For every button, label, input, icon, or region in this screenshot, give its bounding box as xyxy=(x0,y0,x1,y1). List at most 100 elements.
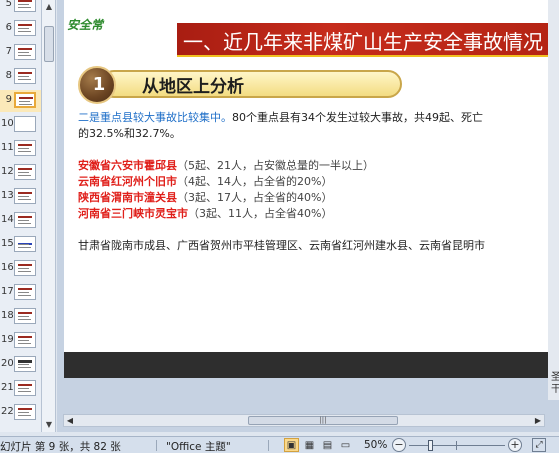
scroll-right-icon[interactable]: ▶ xyxy=(532,415,544,426)
slide-thumbnail-number: 13 xyxy=(1,190,14,201)
slide-title[interactable]: 一、近几年来非煤矿山生产安全事故情况 xyxy=(183,26,543,55)
slide-thumbnail-image[interactable] xyxy=(14,236,36,252)
slide-thumbnail-number: 15 xyxy=(1,238,14,249)
slide-thumbnail-number: 12 xyxy=(1,166,14,177)
list-item[interactable]: 河南省三门峡市灵宝市（3起、11人，占全省40%） xyxy=(78,205,332,221)
slide-thumbnail[interactable]: 14 xyxy=(0,210,41,232)
slide-thumbnail-image[interactable] xyxy=(14,188,36,204)
list-item-detail: （3起、17人，占全省的40%） xyxy=(177,191,333,204)
paragraph-1-line2[interactable]: 的32.5%和32.7%。 xyxy=(78,125,181,141)
list-item-name: 陕西省渭南市潼关县 xyxy=(78,191,177,204)
zoom-in-button[interactable]: + xyxy=(508,438,522,452)
slide-thumbnail[interactable]: 5 xyxy=(0,0,41,16)
slide-sorter-button[interactable]: ▦ xyxy=(302,438,317,452)
slide-thumbnail-image[interactable] xyxy=(14,116,36,132)
slide-thumbnail[interactable]: 8 xyxy=(0,66,41,88)
thumbnail-scroll-thumb[interactable] xyxy=(44,26,54,62)
slide-thumbnail[interactable]: 19 xyxy=(0,330,41,352)
slide-thumbnail[interactable]: 7 xyxy=(0,42,41,64)
slide-thumbnail-number: 7 xyxy=(5,46,12,57)
slide-counter: 幻灯片 第 9 张，共 82 张 xyxy=(0,441,121,453)
slide-thumbnail-image[interactable] xyxy=(14,332,36,348)
slide-thumbnail-image[interactable] xyxy=(14,44,36,60)
slide-thumbnail-number: 17 xyxy=(1,286,14,297)
slide-thumbnail[interactable]: 18 xyxy=(0,306,41,328)
list-item-detail: （3起、11人，占全省40%） xyxy=(188,207,333,220)
slide-thumbnail-number: 18 xyxy=(1,310,14,321)
scroll-nav-glyphs[interactable]: 圣 干 xyxy=(551,372,559,396)
slide-thumbnail[interactable]: 12 xyxy=(0,162,41,184)
zoom-level[interactable]: 50% xyxy=(364,439,387,451)
slide-horizontal-scrollbar[interactable]: ◀ ||| ▶ xyxy=(63,414,545,427)
slide-thumbnail-image[interactable] xyxy=(14,284,36,300)
slide-thumbnail[interactable]: 16 xyxy=(0,258,41,280)
slide-thumbnail[interactable]: 21 xyxy=(0,378,41,400)
section-number: 1 xyxy=(92,74,106,95)
zoom-out-button[interactable]: − xyxy=(392,438,406,452)
slide-thumbnail-image[interactable] xyxy=(14,380,36,396)
slide-thumbnail-image[interactable] xyxy=(14,68,36,84)
slide-thumbnail-number: 19 xyxy=(1,334,14,345)
slide-thumbnail[interactable]: 22 xyxy=(0,402,41,424)
slide-footer-bar xyxy=(64,352,552,378)
slide-thumbnail[interactable]: 10 xyxy=(0,114,41,136)
slide-thumbnail-number: 21 xyxy=(1,382,14,393)
theme-name[interactable]: "Office 主题" xyxy=(166,439,231,453)
slide-thumbnail-image[interactable] xyxy=(14,0,36,12)
slide-thumbnail[interactable]: 15 xyxy=(0,234,41,256)
slide-thumbnail-image[interactable] xyxy=(14,404,36,420)
section-heading: 1 从地区上分析 xyxy=(78,66,408,104)
slide-thumbnail-number: 9 xyxy=(5,94,12,105)
next-slide-icon[interactable]: 干 xyxy=(551,384,559,396)
powerpoint-window: 5 6 7 8 9 10 11 12 13 14 15 16 17 18 19 20 21 22 ▲ ▼ 安全常 … xyxy=(0,0,559,453)
slide-canvas[interactable]: 安全常 一、近几年来非煤矿山生产安全事故情况 1 从地区上分析 二是重点县较大事… xyxy=(64,0,552,378)
slide-thumbnail-image[interactable] xyxy=(14,260,36,276)
slide-vertical-scrollbar[interactable] xyxy=(548,0,559,400)
prev-slide-icon[interactable]: 圣 xyxy=(551,372,559,384)
slide-thumbnail[interactable]: 17 xyxy=(0,282,41,304)
slide-thumbnail[interactable]: 9 xyxy=(0,90,41,112)
status-divider xyxy=(156,440,157,451)
slide-thumbnail-number: 22 xyxy=(1,406,14,417)
slide-thumbnail[interactable]: 13 xyxy=(0,186,41,208)
section-title[interactable]: 从地区上分析 xyxy=(142,72,244,97)
zoom-slider-knob[interactable] xyxy=(428,440,433,451)
slide-thumbnail-number: 16 xyxy=(1,262,14,273)
list-item-name: 云南省红河州个旧市 xyxy=(78,175,177,188)
logo: 安全常 xyxy=(67,18,104,32)
slide-thumbnail[interactable]: 6 xyxy=(0,18,41,40)
reading-view-button[interactable]: ▤ xyxy=(320,438,335,452)
thumbnail-scrollbar[interactable]: ▲ ▼ xyxy=(42,0,56,432)
list-item[interactable]: 陕西省渭南市潼关县（3起、17人，占全省的40%） xyxy=(78,189,332,205)
scroll-left-icon[interactable]: ◀ xyxy=(64,415,76,426)
slide-thumbnail-image[interactable] xyxy=(14,140,36,156)
zoom-slider-track[interactable] xyxy=(409,445,505,446)
slide-thumbnail-image[interactable] xyxy=(14,308,36,324)
slide-thumbnail-image[interactable] xyxy=(14,212,36,228)
slide-thumbnail-number: 6 xyxy=(5,22,12,33)
slide-thumbnail[interactable]: 11 xyxy=(0,138,41,160)
paragraph-1-highlight: 二是重点县较大事故比较集中。 xyxy=(78,111,232,124)
slide-thumbnail-image[interactable] xyxy=(14,164,36,180)
list-item-detail: （4起、14人，占全省的20%） xyxy=(177,175,333,188)
list-item[interactable]: 云南省红河州个旧市（4起、14人，占全省的20%） xyxy=(78,173,332,189)
slide-thumbnail-number: 8 xyxy=(5,70,12,81)
slide-thumbnail-image[interactable] xyxy=(14,92,36,108)
status-bar: 幻灯片 第 9 张，共 82 张 "Office 主题" ⌧ ▣ ▦ ▤ ▭ 5… xyxy=(0,436,559,453)
normal-view-button[interactable]: ▣ xyxy=(284,438,299,452)
fit-to-window-button[interactable]: ⤢ xyxy=(532,438,546,452)
slide-thumbnail-image[interactable] xyxy=(14,20,36,36)
slide-thumbnail-image[interactable] xyxy=(14,356,36,372)
slide-thumbnail-number: 14 xyxy=(1,214,14,225)
slide-thumbnail-number: 20 xyxy=(1,358,14,369)
paragraph-1[interactable]: 二是重点县较大事故比较集中。80个重点县有34个发生过较大事故，共49起、死亡 xyxy=(78,109,483,125)
scroll-down-icon[interactable]: ▼ xyxy=(43,418,55,431)
list-item[interactable]: 安徽省六安市霍邱县（5起、21人，占安徽总量的一半以上） xyxy=(78,157,374,173)
slide-thumbnail-panel: 5 6 7 8 9 10 11 12 13 14 15 16 17 18 19 20 21 22 xyxy=(0,0,42,432)
paragraph-last[interactable]: 甘肃省陇南市成县、广西省贺州市平桂管理区、云南省红河州建水县、云南省昆明市 xyxy=(78,237,485,253)
horizontal-scroll-thumb[interactable]: ||| xyxy=(248,416,398,425)
paragraph-1-text: 80个重点县有34个发生过较大事故，共49起、死亡 xyxy=(232,111,483,124)
slide-thumbnail[interactable]: 20 xyxy=(0,354,41,376)
slideshow-button[interactable]: ▭ xyxy=(338,438,353,452)
scroll-up-icon[interactable]: ▲ xyxy=(43,0,55,13)
